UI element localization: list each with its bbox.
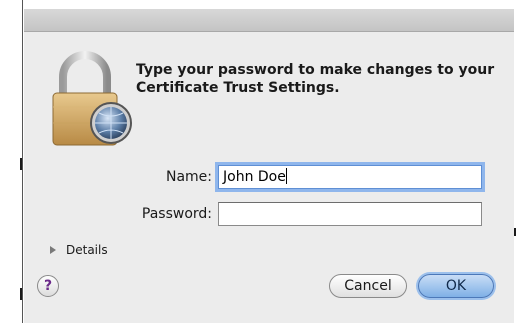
- name-label: Name:: [165, 169, 212, 185]
- help-button[interactable]: ?: [37, 275, 59, 297]
- dialog-message: Type your password to make changes to yo…: [136, 62, 495, 96]
- cancel-button-label: Cancel: [344, 278, 392, 294]
- name-field-value: John Doe: [223, 169, 286, 185]
- ok-button-label: OK: [445, 278, 467, 294]
- name-field[interactable]: John Doe: [218, 165, 482, 189]
- window-edge-mark: [20, 288, 22, 300]
- password-label: Password:: [141, 206, 212, 222]
- help-icon: ?: [43, 278, 53, 294]
- password-field[interactable]: [218, 202, 482, 226]
- window-edge-line: [22, 0, 23, 323]
- window-edge-mark: [514, 228, 516, 236]
- details-label: Details: [66, 243, 108, 257]
- cancel-button[interactable]: Cancel: [329, 274, 407, 298]
- window-edge-mark: [20, 158, 22, 170]
- disclosure-triangle-icon: [50, 246, 56, 254]
- authentication-dialog: Type your password to make changes to yo…: [24, 9, 514, 323]
- dialog-titlebar[interactable]: [24, 9, 514, 32]
- details-disclosure[interactable]: Details: [50, 243, 108, 257]
- text-caret: [285, 168, 287, 184]
- lock-icon: [51, 49, 147, 149]
- ok-button[interactable]: OK: [418, 274, 494, 298]
